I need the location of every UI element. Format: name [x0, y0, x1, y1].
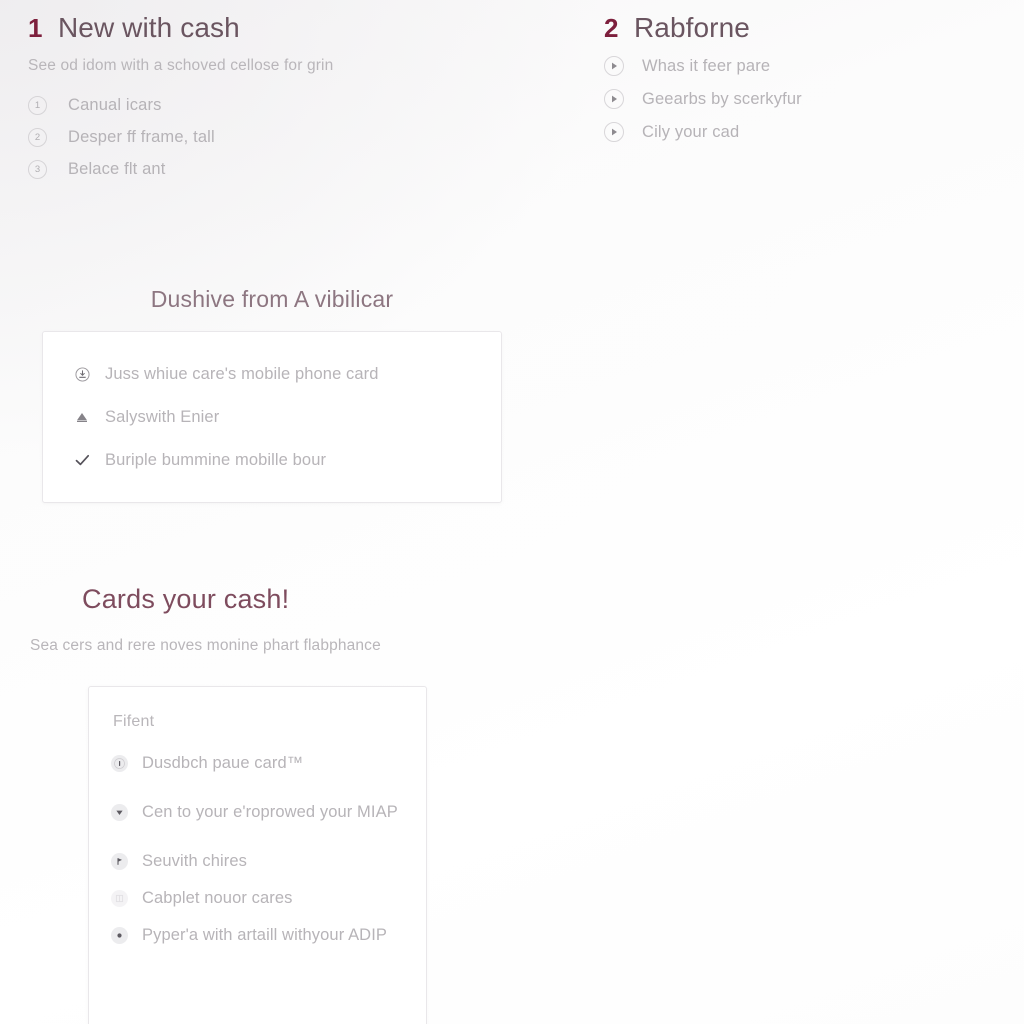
flag-dot-icon	[111, 853, 128, 871]
list-item[interactable]: 2 Desper ff frame, tall	[28, 128, 548, 148]
list-item-label: Salyswith Enier	[105, 408, 220, 427]
play-circle-icon[interactable]	[604, 122, 624, 142]
faint-dot-icon	[111, 890, 128, 908]
list-item[interactable]: Whas it feer pare	[604, 56, 1004, 76]
feature-list-bottom: Dusdbch paue card™ Cen to your e'roprowe…	[111, 753, 406, 947]
list-item[interactable]: Seuvith chires	[111, 851, 406, 872]
download-circle-icon	[73, 365, 91, 383]
play-circle-icon[interactable]	[604, 56, 624, 76]
list-item[interactable]: Cabplet nouor cares	[111, 888, 406, 909]
list-item[interactable]: Cen to your e'roprowed your MIAP	[111, 802, 406, 823]
feature-card-bottom: Fifent Dusdbch paue card™ Cen to your e'…	[88, 686, 427, 1024]
feature-card-top: Juss whiue care's mobile phone card Saly…	[42, 331, 502, 503]
list-item[interactable]: Salyswith Enier	[73, 407, 477, 428]
list-item-label: Cily your cad	[642, 122, 740, 141]
play-circle-icon[interactable]	[604, 89, 624, 109]
list-item-label: Canual icars	[68, 96, 162, 115]
check-icon	[73, 451, 91, 469]
section-subtitle: See od idom with a schoved cellose for g…	[28, 57, 334, 74]
section-title: Rabforne	[633, 12, 750, 43]
list-item-label: Desper ff frame, tall	[68, 128, 215, 147]
play-link-list: Whas it feer pare Geearbs by scerkyfur C…	[604, 56, 1004, 142]
list-item-label: Pyper'a with artaill withyour ADIP	[142, 926, 387, 945]
section-header-1: 1 New with cash	[28, 14, 548, 42]
list-item-label: Geearbs by scerkyfur	[642, 89, 802, 108]
list-item[interactable]: Dusdbch paue card™	[111, 753, 406, 774]
list-item-label: Cen to your e'roprowed your MIAP	[142, 803, 398, 822]
step-number-badge: 2	[28, 128, 47, 148]
numbered-step-list: 1 Canual icars 2 Desper ff frame, tall 3…	[28, 96, 548, 180]
list-item-label: Buriple bummine mobille bour	[105, 451, 327, 470]
list-item-label: Belace flt ant	[68, 160, 166, 179]
upload-triangle-icon	[73, 408, 91, 426]
page-title: New with cash	[57, 12, 240, 43]
list-item[interactable]: Cily your cad	[604, 122, 1004, 142]
list-item[interactable]: Geearbs by scerkyfur	[604, 89, 1004, 109]
section-number: 1	[28, 13, 42, 43]
page-root: 1 New with cash See od idom with a schov…	[0, 0, 1024, 1024]
column-left: 1 New with cash See od idom with a schov…	[28, 14, 548, 192]
list-item-label: Dusdbch paue card™	[142, 754, 304, 772]
list-item-label: Whas it feer pare	[642, 56, 771, 75]
step-number-badge: 3	[28, 160, 47, 180]
bullet-dot-icon	[111, 927, 128, 945]
step-number-badge: 1	[28, 96, 47, 116]
card-bottom-heading: Cards your cash!	[82, 584, 290, 614]
chevron-down-dot-icon	[111, 804, 128, 822]
info-dot-icon	[111, 755, 128, 772]
list-item[interactable]: 3 Belace flt ant	[28, 160, 548, 180]
list-item-label: Seuvith chires	[142, 852, 248, 871]
section-header-2: 2 Rabforne	[604, 14, 1004, 42]
list-item[interactable]: Pyper'a with artaill withyour ADIP	[111, 925, 406, 946]
card-eyebrow-label: Fifent	[113, 713, 155, 730]
list-item-label: Juss whiue care's mobile phone card	[105, 365, 379, 383]
card-top-heading: Dushive from A vibilicar	[150, 286, 394, 312]
list-item-label: Cabplet nouor cares	[142, 889, 293, 908]
section-number: 2	[604, 13, 618, 43]
list-item[interactable]: Buriple bummine mobille bour	[73, 450, 477, 471]
card-bottom-subtitle: Sea cers and rere noves monine phart fla…	[30, 637, 381, 654]
list-item[interactable]: 1 Canual icars	[28, 96, 548, 116]
list-item[interactable]: Juss whiue care's mobile phone card	[73, 364, 477, 385]
column-right: 2 Rabforne Whas it feer pare Geearbs by …	[604, 14, 1004, 155]
feature-list-top: Juss whiue care's mobile phone card Saly…	[73, 364, 477, 471]
